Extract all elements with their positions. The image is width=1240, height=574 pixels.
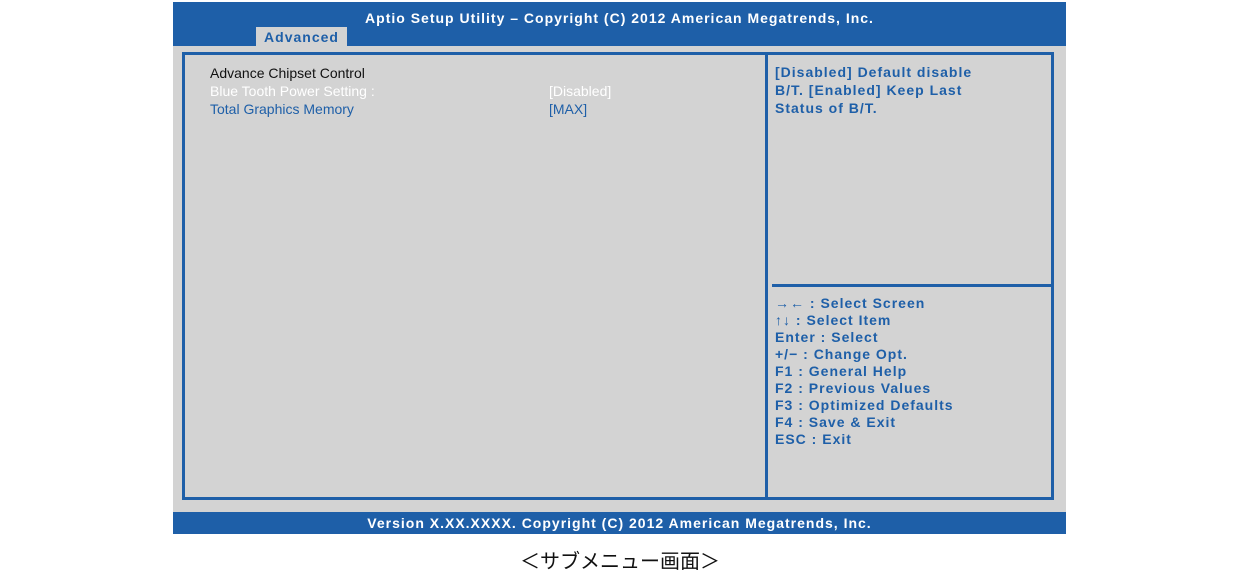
key-name: +/− : [775, 346, 809, 362]
menu-item-label: Total Graphics Memory [210, 101, 354, 117]
key-legend-row: Enter : Select [775, 329, 954, 346]
key-name: F2 : [775, 380, 804, 396]
key-name: Enter : [775, 329, 827, 345]
menu-item-value[interactable]: [MAX] [549, 100, 587, 118]
version-bar: Version X.XX.XXXX. Copyright (C) 2012 Am… [173, 512, 1066, 534]
title-bar: Aptio Setup Utility – Copyright (C) 2012… [173, 2, 1066, 46]
key-desc: Select Screen [820, 295, 926, 311]
horizontal-divider [772, 284, 1051, 287]
menu-item-label: Blue Tooth Power Setting : [210, 83, 375, 99]
settings-menu: Advance Chipset Control Blue Tooth Power… [210, 64, 750, 118]
tab-advanced[interactable]: Advanced [256, 27, 347, 46]
bios-setup-screen: Aptio Setup Utility – Copyright (C) 2012… [173, 2, 1066, 534]
menu-item-total-graphics-memory[interactable]: Total Graphics Memory [MAX] [210, 100, 750, 118]
menu-item-value[interactable]: [Disabled] [549, 82, 611, 100]
help-line: B/T. [Enabled] Keep Last [775, 82, 963, 98]
key-desc: Previous Values [808, 380, 932, 396]
key-desc: Save & Exit [808, 414, 897, 430]
key-name: ESC : [775, 431, 818, 447]
key-legend-row: F2 : Previous Values [775, 380, 954, 397]
key-desc: Exit [822, 431, 852, 447]
arrow-left-right-icon: →← : [775, 295, 816, 311]
key-desc: Select [831, 329, 879, 345]
key-legend-row: +/− : Change Opt. [775, 346, 954, 363]
key-legend-row: F1 : General Help [775, 363, 954, 380]
help-line: [Disabled] Default disable [775, 64, 973, 80]
key-name: F1 : [775, 363, 804, 379]
menu-item-bluetooth-power[interactable]: Blue Tooth Power Setting : [Disabled] [210, 82, 750, 100]
key-legend-row: ESC : Exit [775, 431, 954, 448]
help-line: Status of B/T. [775, 100, 878, 116]
key-desc: Change Opt. [813, 346, 908, 362]
key-name: F3 : [775, 397, 804, 413]
main-frame: Advance Chipset Control Blue Tooth Power… [182, 52, 1054, 500]
key-name: F4 : [775, 414, 804, 430]
key-legend-row: F4 : Save & Exit [775, 414, 954, 431]
vertical-divider [765, 55, 768, 497]
key-legend-row: F3 : Optimized Defaults [775, 397, 954, 414]
arrow-up-down-icon: ↑↓ : [775, 312, 802, 328]
key-legend-row: →← : Select Screen [775, 295, 954, 312]
key-legend-row: ↑↓ : Select Item [775, 312, 954, 329]
key-desc: Select Item [806, 312, 892, 328]
utility-title: Aptio Setup Utility – Copyright (C) 2012… [365, 10, 874, 26]
item-help-panel: [Disabled] Default disable B/T. [Enabled… [775, 63, 1045, 117]
menu-heading-label: Advance Chipset Control [210, 65, 365, 81]
key-legend: →← : Select Screen ↑↓ : Select Item Ente… [775, 295, 954, 448]
key-desc: General Help [808, 363, 908, 379]
menu-heading: Advance Chipset Control [210, 64, 750, 82]
key-desc: Optimized Defaults [808, 397, 954, 413]
